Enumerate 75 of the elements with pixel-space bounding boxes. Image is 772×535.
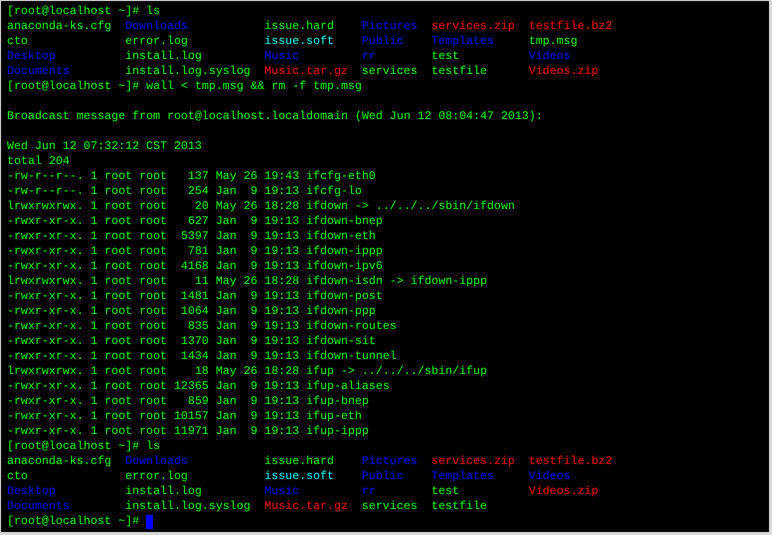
output-line: lrwxrwxrwx. 1 root root 18 May 26 18:28 ifup -> ../../../sbin/ifup	[7, 364, 488, 379]
file-name: rr	[362, 485, 376, 498]
file-name: test	[431, 485, 460, 498]
file-name: install.log	[125, 50, 202, 63]
file-name: Music.tar.gz	[264, 500, 348, 513]
file-name: Templates	[431, 35, 494, 48]
file-name: Desktop	[7, 485, 56, 498]
output-line: -rwxr-xr-x. 1 root root 781 Jan 9 19:13 ifdown-ippp	[7, 244, 383, 259]
command-text: wall < tmp.msg && rm -f tmp.msg	[146, 79, 362, 94]
shell-prompt: [root@localhost ~]#	[7, 439, 140, 454]
file-name: issue.hard	[264, 455, 334, 468]
file-name: Music.tar.gz	[264, 65, 348, 78]
file-name: cto	[7, 35, 28, 48]
output-line: -rwxr-xr-x. 1 root root 1481 Jan 9 19:13 ifdown-post	[7, 289, 383, 304]
output-line: -rwxr-xr-x. 1 root root 1370 Jan 9 19:13 ifdown-sit	[7, 334, 376, 349]
file-name: Videos	[528, 50, 570, 63]
output-line: -rw-r--r--. 1 root root 254 Jan 9 19:13 ifcfg-lo	[7, 184, 362, 199]
file-name: Pictures	[362, 455, 418, 468]
output-line: Wed Jun 12 07:32:12 CST 2013	[7, 139, 202, 154]
output-line: -rwxr-xr-x. 1 root root 5397 Jan 9 19:13 ifdown-eth	[7, 229, 376, 244]
output-line: -rwxr-xr-x. 1 root root 1064 Jan 9 19:13 ifdown-ppp	[7, 304, 376, 319]
file-name: install.log.syslog	[125, 500, 250, 513]
file-name: Music	[264, 50, 300, 63]
file-name: Downloads	[125, 455, 188, 468]
output-line: lrwxrwxrwx. 1 root root 20 May 26 18:28 ifdown -> ../../../sbin/ifdown	[7, 199, 515, 214]
file-name: services.zip	[431, 455, 515, 468]
command-text: ls	[146, 439, 160, 454]
output-line: -rwxr-xr-x. 1 root root 10157 Jan 9 19:13 ifup-eth	[7, 409, 362, 424]
shell-prompt: [root@localhost ~]#	[7, 4, 140, 19]
file-name: testfile	[431, 500, 488, 513]
file-name: testfile.bz2	[528, 455, 612, 468]
file-name: services	[362, 500, 418, 513]
file-name: tmp.msg	[528, 35, 578, 48]
file-name: Public	[362, 35, 404, 48]
file-name: issue.soft	[264, 470, 334, 483]
file-name: anaconda-ks.cfg	[7, 20, 112, 33]
output-line: -rwxr-xr-x. 1 root root 11971 Jan 9 19:13 ifup-ippp	[7, 424, 369, 439]
output-line: -rwxr-xr-x. 1 root root 835 Jan 9 19:13 ifdown-routes	[7, 319, 397, 334]
output-line: -rwxr-xr-x. 1 root root 12365 Jan 9 19:13 ifup-aliases	[7, 379, 390, 394]
file-name: Pictures	[362, 20, 418, 33]
file-name: issue.soft	[264, 35, 334, 48]
shell-prompt: [root@localhost ~]#	[7, 514, 140, 529]
file-name: test	[431, 50, 460, 63]
file-name: anaconda-ks.cfg	[7, 455, 112, 468]
file-name: install.log	[125, 485, 202, 498]
file-name: Videos	[528, 470, 570, 483]
file-name: Videos.zip	[528, 485, 598, 498]
output-line: Broadcast message from root@localhost.localdomain (Wed Jun 12 08:04:47 2013):	[7, 109, 543, 124]
shell-prompt: [root@localhost ~]#	[7, 79, 140, 94]
file-name: issue.hard	[264, 20, 334, 33]
file-name: services	[362, 65, 418, 78]
file-name: testfile	[431, 65, 488, 78]
file-name: Downloads	[125, 20, 188, 33]
file-name: testfile.bz2	[528, 20, 612, 33]
output-line: -rwxr-xr-x. 1 root root 627 Jan 9 19:13 ifdown-bnep	[7, 214, 383, 229]
output-line: lrwxrwxrwx. 1 root root 11 May 26 18:28 ifdown-isdn -> ifdown-ippp	[7, 274, 488, 289]
output-line: -rwxr-xr-x. 1 root root 4168 Jan 9 19:13 ifdown-ipv6	[7, 259, 383, 274]
file-name: Templates	[431, 470, 494, 483]
file-name: error.log	[125, 470, 188, 483]
file-name: services.zip	[431, 20, 515, 33]
command-text: ls	[146, 4, 160, 19]
output-line: -rwxr-xr-x. 1 root root 1434 Jan 9 19:13 ifdown-tunnel	[7, 349, 397, 364]
file-name: Documents	[7, 500, 70, 513]
file-name: cto	[7, 470, 28, 483]
file-name: Desktop	[7, 50, 56, 63]
file-name: rr	[362, 50, 376, 63]
output-line: total 204	[7, 154, 70, 169]
file-name: Documents	[7, 65, 70, 78]
file-name: Videos.zip	[528, 65, 598, 78]
output-line: -rw-r--r--. 1 root root 137 May 26 19:43 ifcfg-eth0	[7, 169, 376, 184]
output-line: -rwxr-xr-x. 1 root root 859 Jan 9 19:13 ifup-bnep	[7, 394, 369, 409]
file-name: Music	[264, 485, 300, 498]
file-name: error.log	[125, 35, 188, 48]
file-name: install.log.syslog	[125, 65, 250, 78]
file-name: Public	[362, 470, 404, 483]
